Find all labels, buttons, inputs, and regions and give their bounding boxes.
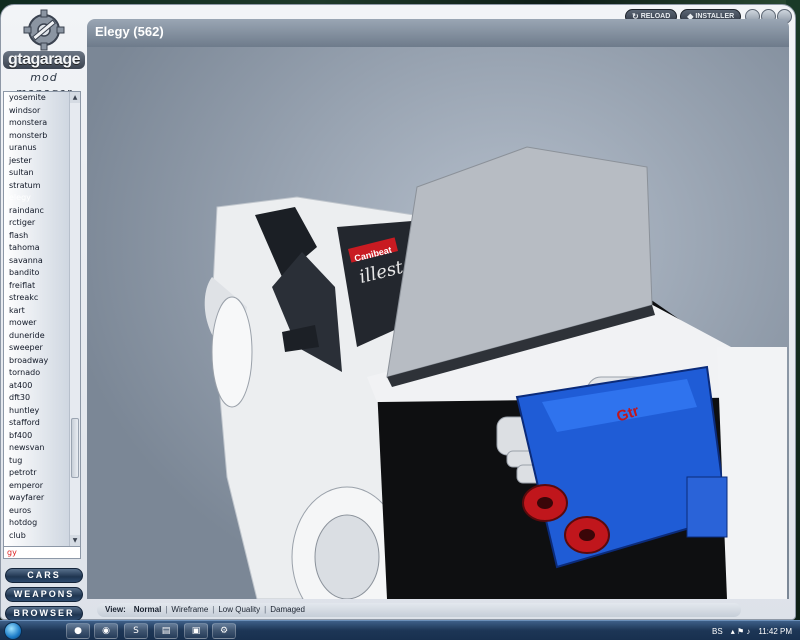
- view-option-damaged[interactable]: Damaged: [270, 603, 305, 617]
- car-list-item[interactable]: windsor: [4, 105, 70, 118]
- gear-wrench-icon: [23, 9, 65, 51]
- page-title: Elegy (562): [95, 24, 164, 39]
- start-button[interactable]: [4, 622, 22, 640]
- car-list-item[interactable]: stafford: [4, 417, 70, 430]
- car-list-item[interactable]: kart: [4, 305, 70, 318]
- scroll-thumb[interactable]: [71, 418, 79, 478]
- car-list-item[interactable]: newsvan: [4, 442, 70, 455]
- car-list-item[interactable]: hotdog: [4, 517, 70, 530]
- car-list-item[interactable]: streakc: [4, 292, 70, 305]
- system-tray: BS ▴ ⚑ ♪ 11:42 PM: [712, 624, 792, 638]
- car-list-item[interactable]: rctiger: [4, 217, 70, 230]
- app-window: gtagarage mod manager ↻ RELOAD ◆ INSTALL…: [0, 4, 796, 621]
- logo-title: gtagarage: [3, 51, 85, 69]
- car-list-item[interactable]: monstera: [4, 117, 70, 130]
- car-list-item[interactable]: yosemite: [4, 92, 70, 105]
- category-nav: CARS WEAPONS BROWSER: [5, 568, 83, 625]
- mod-manager-taskbar-icon[interactable]: ⚙: [212, 623, 236, 639]
- car-list-item[interactable]: flash: [4, 230, 70, 243]
- search-input[interactable]: gy: [3, 546, 81, 559]
- weapons-button[interactable]: WEAPONS: [5, 587, 83, 602]
- chrome-icon[interactable]: ●: [66, 623, 90, 639]
- car-list-item[interactable]: emperor: [4, 480, 70, 493]
- car-list-item[interactable]: elegy: [4, 192, 70, 205]
- car-list-item[interactable]: duneride: [4, 330, 70, 343]
- taskbar: ● ◉ S ▤ ▣ ⚙ BS ▴ ⚑ ♪ 11:42 PM: [0, 620, 800, 640]
- car-list-item[interactable]: freiflat: [4, 280, 70, 293]
- scroll-up-icon[interactable]: ▲: [70, 92, 80, 103]
- car-list[interactable]: yosemite windsor monstera monsterb uranus jes…: [3, 91, 81, 547]
- tray-icons[interactable]: ▴ ⚑ ♪: [731, 627, 751, 636]
- car-list-item[interactable]: tug: [4, 455, 70, 468]
- language-indicator[interactable]: BS: [712, 627, 723, 636]
- firefox-icon[interactable]: ◉: [94, 623, 118, 639]
- car-list-item[interactable]: savanna: [4, 255, 70, 268]
- car-list-items: yosemite windsor monstera monsterb uranus jes…: [4, 92, 70, 542]
- car-list-item[interactable]: bandito: [4, 267, 70, 280]
- car-list-item[interactable]: broadway: [4, 355, 70, 368]
- scroll-down-icon[interactable]: ▼: [70, 535, 80, 546]
- air-filter-left: [522, 484, 568, 522]
- car-list-item[interactable]: petrotr: [4, 467, 70, 480]
- app-logo: gtagarage mod manager: [3, 7, 85, 99]
- car-list-item[interactable]: mower: [4, 317, 70, 330]
- clock[interactable]: 11:42 PM: [758, 627, 792, 636]
- car-list-item[interactable]: sultan: [4, 167, 70, 180]
- model-viewport[interactable]: Canibeat illest Gtr: [87, 47, 789, 599]
- viewer-header: Elegy (562): [87, 19, 789, 47]
- car-list-item[interactable]: dft30: [4, 392, 70, 405]
- browser-button[interactable]: BROWSER: [5, 606, 83, 621]
- car-list-item[interactable]: uranus: [4, 142, 70, 155]
- car-list-item[interactable]: jester: [4, 155, 70, 168]
- view-options-bar: View: Normal | Wireframe | Low Quality |…: [97, 603, 741, 617]
- car-list-item[interactable]: euros: [4, 505, 70, 518]
- car-list-item[interactable]: club: [4, 530, 70, 543]
- car-list-item[interactable]: monsterb: [4, 130, 70, 143]
- view-option-low-quality[interactable]: Low Quality: [218, 603, 260, 617]
- list-scrollbar[interactable]: ▲ ▼: [69, 92, 80, 546]
- car-list-item[interactable]: raindanc: [4, 205, 70, 218]
- car-list-item[interactable]: tornado: [4, 367, 70, 380]
- car-list-item[interactable]: stratum: [4, 180, 70, 193]
- view-label: View:: [105, 605, 126, 614]
- cars-button[interactable]: CARS: [5, 568, 83, 583]
- car-list-item[interactable]: bf400: [4, 430, 70, 443]
- logo-subtitle: mod manager: [16, 71, 71, 99]
- view-option-normal[interactable]: Normal: [134, 603, 162, 617]
- view-option-wireframe[interactable]: Wireframe: [171, 603, 208, 617]
- folder-icon[interactable]: ▤: [154, 623, 178, 639]
- car-list-item[interactable]: tahoma: [4, 242, 70, 255]
- car-list-item[interactable]: sweeper: [4, 342, 70, 355]
- car-list-item[interactable]: wayfarer: [4, 492, 70, 505]
- skype-icon[interactable]: S: [124, 623, 148, 639]
- air-filter-right: [564, 516, 610, 554]
- car-list-item[interactable]: huntley: [4, 405, 70, 418]
- car-model-render: Canibeat illest Gtr: [204, 146, 787, 599]
- car-list-item[interactable]: at400: [4, 380, 70, 393]
- app-window-icon[interactable]: ▣: [184, 623, 208, 639]
